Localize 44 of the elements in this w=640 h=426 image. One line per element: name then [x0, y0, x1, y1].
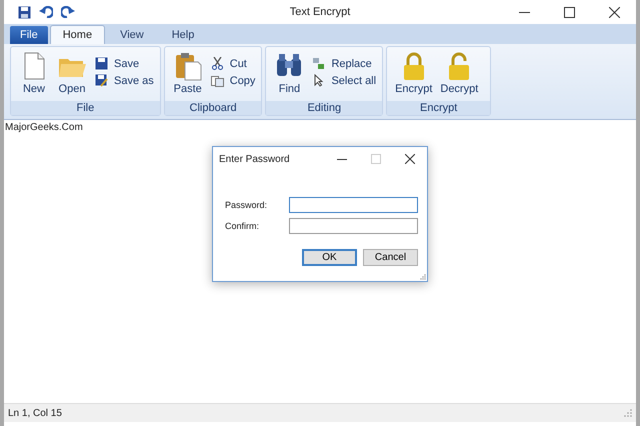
- ribbon-button[interactable]: Encrypt: [393, 49, 434, 97]
- field-label: Password:: [225, 200, 268, 210]
- replace-icon: [312, 57, 326, 70]
- maximize-icon: [371, 154, 381, 164]
- ribbon-tab[interactable]: View: [107, 25, 157, 44]
- group-label: Editing: [266, 101, 382, 115]
- group-label: File: [11, 101, 160, 115]
- field-label: Confirm:: [225, 221, 260, 231]
- password-field[interactable]: [289, 197, 418, 213]
- scissors-icon: [210, 57, 224, 70]
- status-text: Ln 1, Col 15: [8, 408, 62, 418]
- close-icon[interactable]: [405, 154, 415, 164]
- maximize-icon[interactable]: [564, 6, 575, 18]
- ribbon-button[interactable]: Open: [55, 49, 89, 97]
- ribbon-button[interactable]: Select all: [310, 74, 376, 87]
- ribbon-button[interactable]: Cut: [208, 57, 256, 70]
- text-editor[interactable]: MajorGeeks.Com Enter Password Password: Confirm: OK Cancel: [4, 120, 636, 404]
- copy-icon: [210, 74, 224, 87]
- resize-grip-icon[interactable]: [420, 274, 426, 280]
- editor-text: MajorGeeks.Com: [4, 121, 84, 135]
- ribbon-button[interactable]: Save as: [93, 74, 154, 87]
- close-icon[interactable]: [609, 6, 620, 18]
- ribbon-button[interactable]: Paste: [170, 49, 205, 97]
- ribbon-tab[interactable]: Help: [158, 25, 208, 44]
- ribbon-button[interactable]: Decrypt: [438, 49, 480, 97]
- ribbon-tab[interactable]: Home: [50, 25, 106, 44]
- window-title: Text Encrypt: [290, 6, 350, 18]
- ribbon-button[interactable]: New: [17, 49, 51, 97]
- resize-grip-icon[interactable]: [624, 409, 632, 417]
- dialog-button[interactable]: Cancel: [363, 249, 418, 266]
- undo-icon[interactable]: [39, 6, 53, 18]
- ribbon-button[interactable]: Find: [272, 49, 306, 97]
- group-label: Clipboard: [164, 101, 262, 115]
- dialog-title: Enter Password: [219, 154, 290, 164]
- ribbon-button[interactable]: Copy: [208, 74, 256, 87]
- ribbon-button[interactable]: Save: [93, 57, 154, 70]
- group-label: Encrypt: [387, 101, 490, 115]
- file-menu-button[interactable]: File: [10, 26, 48, 44]
- floppy-disk-pencil-icon: [95, 74, 108, 87]
- redo-icon[interactable]: [61, 6, 75, 18]
- cursor-icon: [312, 74, 326, 87]
- dialog-button[interactable]: OK: [302, 249, 357, 266]
- password-field[interactable]: [289, 218, 418, 234]
- ribbon-button[interactable]: Replace: [310, 57, 376, 70]
